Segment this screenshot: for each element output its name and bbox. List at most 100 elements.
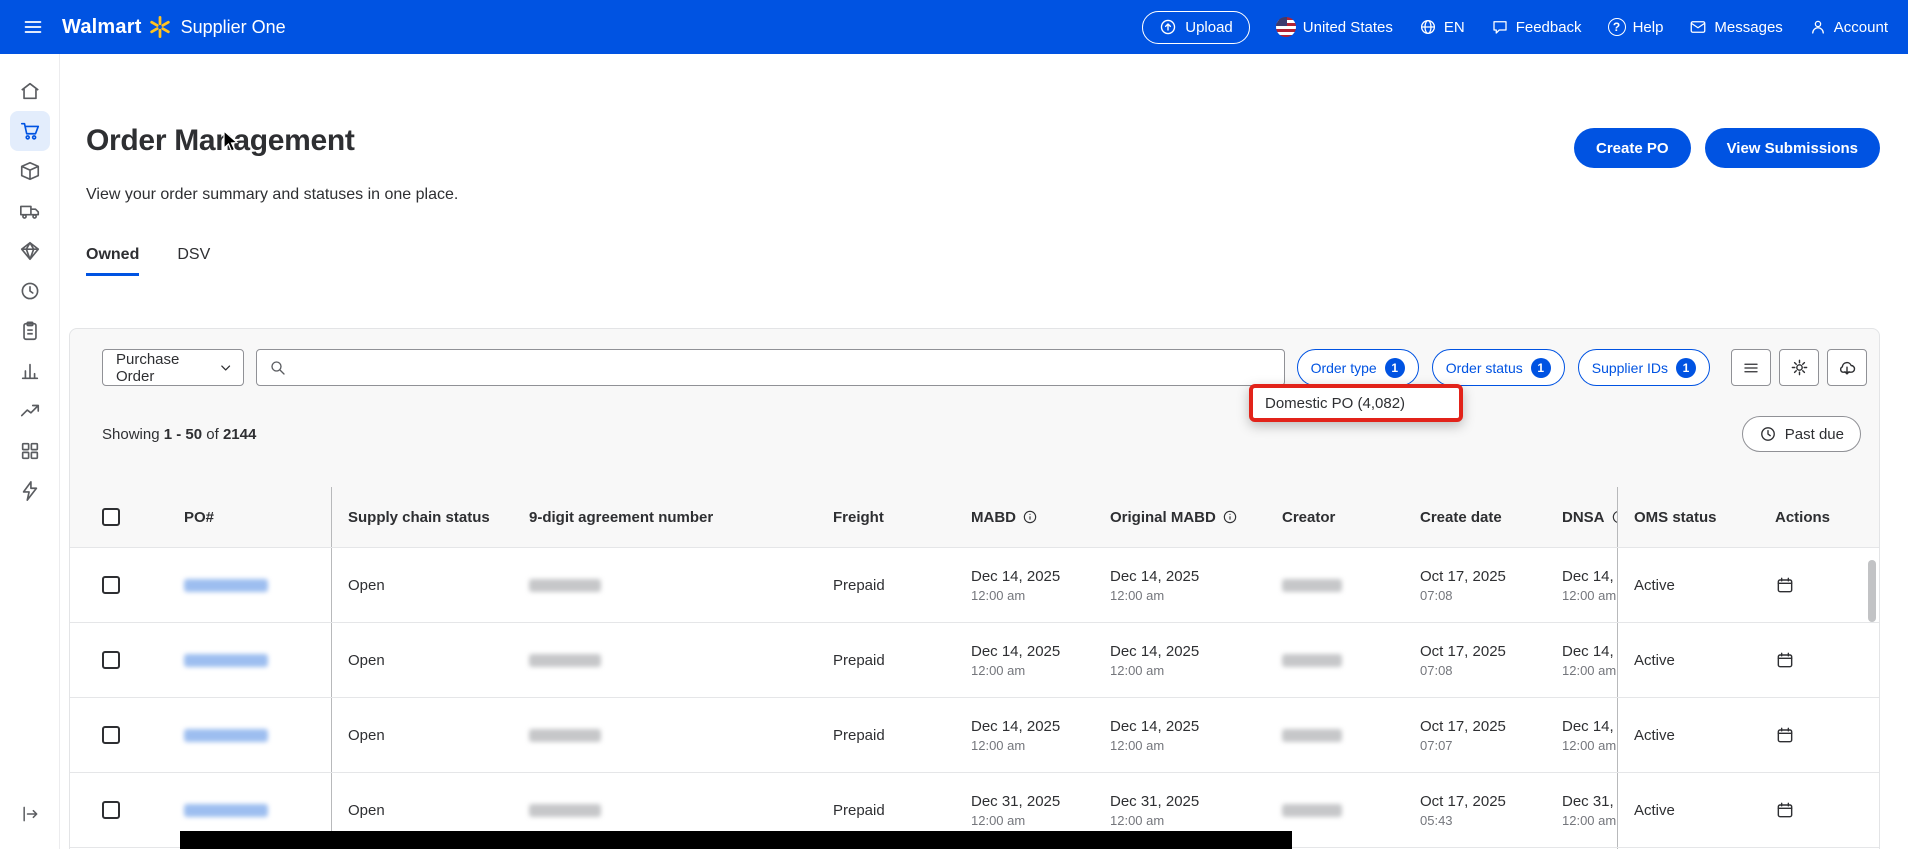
sidebar-item-apps[interactable] (10, 431, 50, 471)
create-po-button[interactable]: Create PO (1574, 128, 1691, 168)
entity-type-select[interactable]: Purchase Order (102, 349, 244, 386)
info-icon[interactable] (1222, 509, 1238, 525)
row-checkbox[interactable] (102, 726, 120, 744)
column-header-supply-chain-status[interactable]: Supply chain status (332, 487, 513, 547)
row-density-button[interactable] (1731, 349, 1771, 386)
column-header-freight[interactable]: Freight (817, 487, 955, 547)
oms-status-value: Active (1634, 802, 1675, 819)
sidebar-item-orders[interactable] (10, 111, 50, 151)
dnsa-time: 12:00 am (1562, 588, 1616, 603)
top-navigation-bar: Walmart Supplier One Upload United State… (0, 0, 1908, 54)
sidebar-item-deals[interactable] (10, 231, 50, 271)
tab-dsv[interactable]: DSV (177, 246, 210, 276)
us-flag-icon (1276, 17, 1296, 37)
expand-sidebar-icon[interactable] (20, 804, 40, 829)
calendar-action-button[interactable] (1775, 650, 1795, 670)
list-lines-icon (1742, 359, 1760, 377)
help-icon: ? (1608, 18, 1626, 36)
po-number-link-redacted[interactable] (184, 654, 268, 667)
table-header-row: PO# Supply chain status 9-digit agreemen… (70, 487, 1879, 547)
sidebar-item-automation[interactable] (10, 471, 50, 511)
mabd-date: Dec 14, 2025 (971, 568, 1060, 585)
agreement-number-redacted (529, 654, 601, 667)
feedback-icon (1491, 18, 1509, 36)
create-date: Oct 17, 2025 (1420, 793, 1506, 810)
info-icon[interactable] (1022, 509, 1038, 525)
row-checkbox[interactable] (102, 576, 120, 594)
agreement-number-redacted (529, 579, 601, 592)
calendar-action-button[interactable] (1775, 725, 1795, 745)
home-icon (19, 80, 41, 102)
language-selector[interactable]: EN (1419, 18, 1465, 36)
sidebar-item-home[interactable] (10, 71, 50, 111)
sidebar-item-items[interactable] (10, 151, 50, 191)
column-header-create-date[interactable]: Create date (1404, 487, 1546, 547)
row-checkbox[interactable] (102, 651, 120, 669)
row-checkbox[interactable] (102, 801, 120, 819)
dnsa-date: Dec 14, 2025 (1562, 718, 1617, 735)
table-settings-button[interactable] (1779, 349, 1819, 386)
hamburger-menu-icon[interactable] (20, 14, 46, 40)
supplier-ids-filter-chip[interactable]: Supplier IDs 1 (1578, 349, 1710, 386)
create-time: 07:07 (1420, 738, 1453, 753)
order-status-filter-chip[interactable]: Order status 1 (1432, 349, 1565, 386)
calendar-action-button[interactable] (1775, 800, 1795, 820)
page-header-actions: Create PO View Submissions (1574, 128, 1880, 168)
original-mabd-date: Dec 14, 2025 (1110, 718, 1199, 735)
past-due-filter-button[interactable]: Past due (1742, 416, 1861, 452)
redaction-bar (180, 831, 1292, 849)
original-mabd-date: Dec 31, 2025 (1110, 793, 1199, 810)
table-row: Open Prepaid Dec 14, 202512:00 am Dec 14… (70, 622, 1879, 697)
search-input[interactable] (295, 359, 1272, 376)
upload-button[interactable]: Upload (1142, 11, 1250, 44)
create-date: Oct 17, 2025 (1420, 643, 1506, 660)
mabd-time: 12:00 am (971, 588, 1025, 603)
globe-icon (1419, 18, 1437, 36)
export-button[interactable] (1827, 349, 1867, 386)
supply-chain-status-value: Open (348, 652, 385, 669)
column-header-original-mabd[interactable]: Original MABD (1094, 487, 1266, 547)
original-mabd-date: Dec 14, 2025 (1110, 568, 1199, 585)
select-all-checkbox[interactable] (102, 508, 120, 526)
calendar-action-button[interactable] (1775, 575, 1795, 595)
sidebar-item-analytics[interactable] (10, 351, 50, 391)
po-number-link-redacted[interactable] (184, 729, 268, 742)
creator-redacted (1282, 804, 1342, 817)
oms-status-value: Active (1634, 652, 1675, 669)
order-type-filter-chip[interactable]: Order type 1 (1297, 349, 1419, 386)
tab-owned[interactable]: Owned (86, 246, 139, 276)
column-header-mabd[interactable]: MABD (955, 487, 1094, 547)
po-number-link-redacted[interactable] (184, 804, 268, 817)
po-number-link-redacted[interactable] (184, 579, 268, 592)
original-mabd-time: 12:00 am (1110, 738, 1164, 753)
feedback-link[interactable]: Feedback (1491, 18, 1582, 36)
sidebar-item-reports[interactable] (10, 311, 50, 351)
topbar-right-group: Upload United States EN Feedback ? Help … (1142, 11, 1888, 44)
column-header-oms-status[interactable]: OMS status (1617, 487, 1759, 547)
supplier-ids-count-badge: 1 (1676, 358, 1696, 378)
clock-icon (1759, 425, 1777, 443)
vertical-scrollbar-thumb[interactable] (1868, 560, 1876, 622)
sidebar-item-transport[interactable] (10, 191, 50, 231)
sidebar-item-growth[interactable] (10, 391, 50, 431)
freight-value: Prepaid (833, 727, 885, 744)
results-count: Showing 1 - 50 of 2144 (102, 426, 256, 443)
country-selector[interactable]: United States (1276, 17, 1393, 37)
column-header-creator[interactable]: Creator (1266, 487, 1404, 547)
sidebar-item-history[interactable] (10, 271, 50, 311)
freight-value: Prepaid (833, 577, 885, 594)
help-link[interactable]: ? Help (1608, 18, 1664, 36)
table-row: Open Prepaid Dec 14, 202512:00 am Dec 14… (70, 697, 1879, 772)
account-menu[interactable]: Account (1809, 18, 1888, 36)
view-submissions-button[interactable]: View Submissions (1705, 128, 1880, 168)
bar-chart-icon (19, 360, 41, 382)
column-header-dnsa[interactable]: DNSA (1546, 487, 1617, 547)
column-header-agreement[interactable]: 9-digit agreement number (513, 487, 817, 547)
highlighted-dropdown-option[interactable]: Domestic PO (4,082) (1249, 384, 1463, 422)
messages-link[interactable]: Messages (1689, 18, 1782, 36)
column-header-po[interactable]: PO# (168, 487, 332, 547)
mabd-date: Dec 14, 2025 (971, 718, 1060, 735)
orders-panel: Purchase Order Order type 1 Order status… (69, 328, 1880, 849)
walmart-logo[interactable]: Walmart (62, 16, 171, 39)
brand-wordmark: Walmart (62, 16, 142, 39)
